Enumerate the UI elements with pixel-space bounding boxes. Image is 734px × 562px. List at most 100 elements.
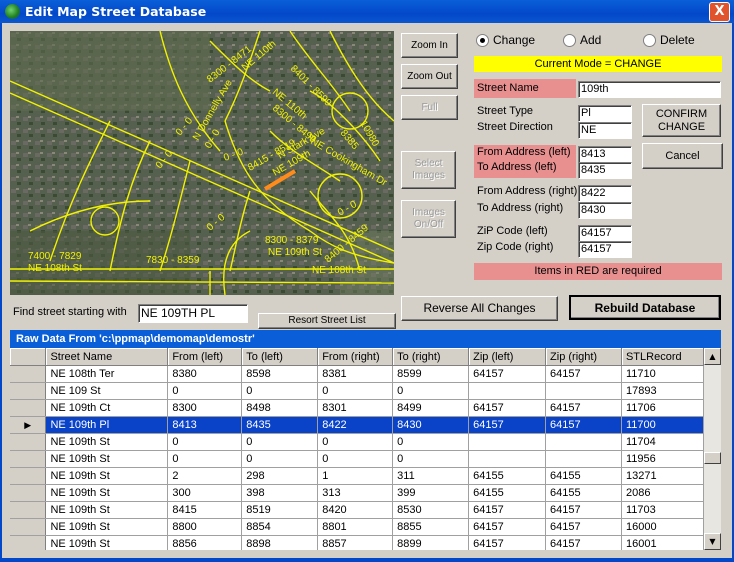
table-cell[interactable] bbox=[545, 450, 622, 468]
table-cell[interactable]: NE 109th Pl bbox=[45, 416, 169, 434]
table-cell[interactable]: 0 bbox=[392, 433, 470, 451]
zip-left-field[interactable]: 64157 bbox=[578, 225, 632, 242]
table-cell[interactable]: 8498 bbox=[241, 399, 319, 417]
table-cell[interactable]: NE 109th Ct bbox=[45, 399, 169, 417]
table-cell[interactable]: 64157 bbox=[545, 518, 622, 536]
table-cell[interactable]: 64157 bbox=[468, 416, 547, 434]
table-cell[interactable]: 16000 bbox=[621, 518, 704, 536]
table-cell[interactable]: 8801 bbox=[317, 518, 394, 536]
table-cell[interactable]: 313 bbox=[317, 484, 394, 502]
table-cell[interactable] bbox=[468, 450, 547, 468]
table-cell[interactable]: 11703 bbox=[621, 501, 704, 519]
table-cell[interactable]: 298 bbox=[241, 467, 319, 485]
scroll-thumb[interactable] bbox=[704, 452, 721, 464]
table-cell[interactable] bbox=[545, 433, 622, 451]
table-cell[interactable]: 13271 bbox=[621, 467, 704, 485]
table-cell[interactable]: 64157 bbox=[468, 501, 547, 519]
column-header[interactable]: Zip (left) bbox=[468, 348, 547, 366]
confirm-change-button[interactable]: CONFIRM CHANGE bbox=[642, 104, 721, 137]
table-row[interactable]: NE 109th St 2 298 1 311 64155 64155 13271 bbox=[10, 467, 704, 485]
radio-dot-icon[interactable] bbox=[476, 34, 489, 47]
table-row[interactable]: NE 109th St 0 0 0 0 11956 bbox=[10, 450, 704, 468]
table-row[interactable]: NE 109th St 300 398 313 399 64155 64155 2086 bbox=[10, 484, 704, 502]
reverse-all-changes-button[interactable]: Reverse All Changes bbox=[401, 296, 558, 321]
table-cell[interactable]: 8422 bbox=[317, 416, 394, 434]
close-button[interactable]: X bbox=[709, 2, 730, 22]
table-cell[interactable]: 64155 bbox=[545, 467, 622, 485]
table-cell[interactable]: 64157 bbox=[545, 416, 622, 434]
table-cell[interactable]: 8420 bbox=[317, 501, 394, 519]
table-row[interactable]: NE 109th St 8800 8854 8801 8855 64157 64157 160… bbox=[10, 518, 704, 536]
scroll-down-icon[interactable]: ▼ bbox=[704, 533, 721, 550]
column-header[interactable]: Street Name bbox=[45, 348, 169, 366]
table-cell[interactable]: NE 109th St bbox=[45, 535, 169, 550]
table-cell[interactable]: NE 109th St bbox=[45, 484, 169, 502]
table-cell[interactable]: 0 bbox=[167, 450, 243, 468]
table-cell[interactable]: NE 109th St bbox=[45, 467, 169, 485]
table-cell[interactable]: 8857 bbox=[317, 535, 394, 550]
table-cell[interactable]: 64157 bbox=[545, 501, 622, 519]
table-cell[interactable]: 11700 bbox=[621, 416, 704, 434]
table-row[interactable]: NE 109th St 8856 8898 8857 8899 64157 64157 160… bbox=[10, 535, 704, 550]
table-cell[interactable]: 8301 bbox=[317, 399, 394, 417]
table-cell[interactable] bbox=[545, 382, 622, 400]
table-cell[interactable]: 64157 bbox=[468, 518, 547, 536]
table-cell[interactable]: NE 109th St bbox=[45, 501, 169, 519]
table-row[interactable]: NE 109th St 8415 8519 8420 8530 64157 64157 117… bbox=[10, 501, 704, 519]
data-grid[interactable]: Street Name From (left) To (left) From (rig… bbox=[10, 348, 704, 550]
from-address-right-field[interactable]: 8422 bbox=[578, 185, 632, 202]
row-indicator[interactable]: ▶ bbox=[10, 416, 47, 434]
table-row[interactable]: NE 109 St 0 0 0 0 17893 bbox=[10, 382, 704, 400]
table-row[interactable]: NE 108th Ter 8380 8598 8381 8599 64157 64157 11… bbox=[10, 365, 704, 383]
street-direction-field[interactable]: NE bbox=[578, 122, 632, 139]
row-indicator[interactable] bbox=[10, 433, 47, 451]
row-indicator[interactable] bbox=[10, 501, 47, 519]
column-header[interactable]: To (right) bbox=[392, 348, 470, 366]
column-header[interactable]: Zip (right) bbox=[545, 348, 622, 366]
table-cell[interactable]: 64155 bbox=[468, 484, 547, 502]
table-cell[interactable]: 11956 bbox=[621, 450, 704, 468]
table-cell[interactable]: 0 bbox=[241, 382, 319, 400]
table-cell[interactable]: 1 bbox=[317, 467, 394, 485]
table-cell[interactable]: 64155 bbox=[468, 467, 547, 485]
table-cell[interactable]: 311 bbox=[392, 467, 470, 485]
table-cell[interactable]: 11704 bbox=[621, 433, 704, 451]
column-header[interactable]: From (left) bbox=[167, 348, 243, 366]
table-cell[interactable]: NE 109th St bbox=[45, 450, 169, 468]
table-cell[interactable]: 64157 bbox=[468, 399, 547, 417]
table-cell[interactable]: 64157 bbox=[545, 535, 622, 550]
street-name-field[interactable]: 109th bbox=[578, 81, 721, 98]
to-address-left-field[interactable]: 8435 bbox=[578, 162, 632, 179]
radio-dot-icon[interactable] bbox=[563, 34, 576, 47]
find-street-input[interactable]: NE 109TH PL bbox=[138, 304, 248, 323]
table-cell[interactable]: 8380 bbox=[167, 365, 243, 383]
row-indicator[interactable] bbox=[10, 535, 47, 550]
column-header[interactable]: STLRecord bbox=[621, 348, 704, 366]
table-cell[interactable]: 8856 bbox=[167, 535, 243, 550]
table-cell[interactable]: 8415 bbox=[167, 501, 243, 519]
zip-right-field[interactable]: 64157 bbox=[578, 241, 632, 258]
table-cell[interactable]: 398 bbox=[241, 484, 319, 502]
table-cell[interactable]: 64157 bbox=[468, 535, 547, 550]
table-cell[interactable]: 8899 bbox=[392, 535, 470, 550]
table-cell[interactable]: 17893 bbox=[621, 382, 704, 400]
table-row[interactable]: ▶ NE 109th Pl 8413 8435 8422 8430 64157 64157 11… bbox=[10, 416, 704, 434]
table-cell[interactable]: 0 bbox=[167, 433, 243, 451]
row-indicator[interactable] bbox=[10, 467, 47, 485]
scroll-up-icon[interactable]: ▲ bbox=[704, 348, 721, 365]
row-indicator[interactable] bbox=[10, 450, 47, 468]
table-cell[interactable]: 2 bbox=[167, 467, 243, 485]
to-address-right-field[interactable]: 8430 bbox=[578, 202, 632, 219]
table-cell[interactable]: 8854 bbox=[241, 518, 319, 536]
table-cell[interactable]: 0 bbox=[241, 433, 319, 451]
vertical-scrollbar[interactable]: ▲ ▼ bbox=[704, 348, 721, 550]
table-cell[interactable]: 8598 bbox=[241, 365, 319, 383]
table-cell[interactable] bbox=[468, 433, 547, 451]
table-cell[interactable]: 8800 bbox=[167, 518, 243, 536]
row-indicator[interactable] bbox=[10, 382, 47, 400]
table-cell[interactable]: 0 bbox=[392, 450, 470, 468]
row-indicator[interactable] bbox=[10, 518, 47, 536]
table-cell[interactable]: 399 bbox=[392, 484, 470, 502]
table-cell[interactable]: 0 bbox=[392, 382, 470, 400]
table-cell[interactable]: 11710 bbox=[621, 365, 704, 383]
